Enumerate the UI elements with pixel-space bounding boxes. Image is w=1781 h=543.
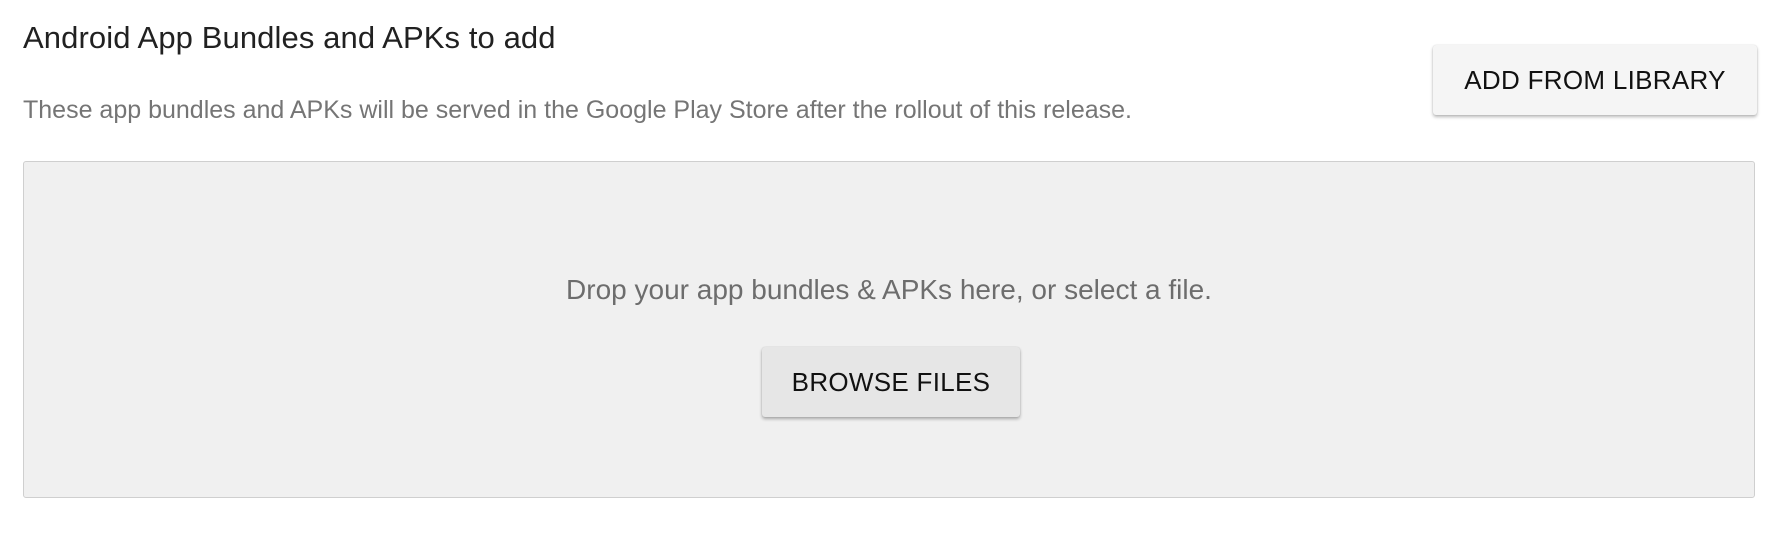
drop-zone-prompt: Drop your app bundles & APKs here, or se… bbox=[566, 274, 1212, 305]
section-description: These app bundles and APKs will be serve… bbox=[23, 96, 1132, 124]
browse-files-button[interactable]: BROWSE FILES bbox=[762, 347, 1020, 417]
file-drop-zone[interactable]: Drop your app bundles & APKs here, or se… bbox=[23, 161, 1755, 498]
section-title: Android App Bundles and APKs to add bbox=[23, 20, 556, 55]
add-from-library-button[interactable]: ADD FROM LIBRARY bbox=[1433, 45, 1757, 115]
apks-to-add-section: Android App Bundles and APKs to add Thes… bbox=[0, 0, 1781, 543]
